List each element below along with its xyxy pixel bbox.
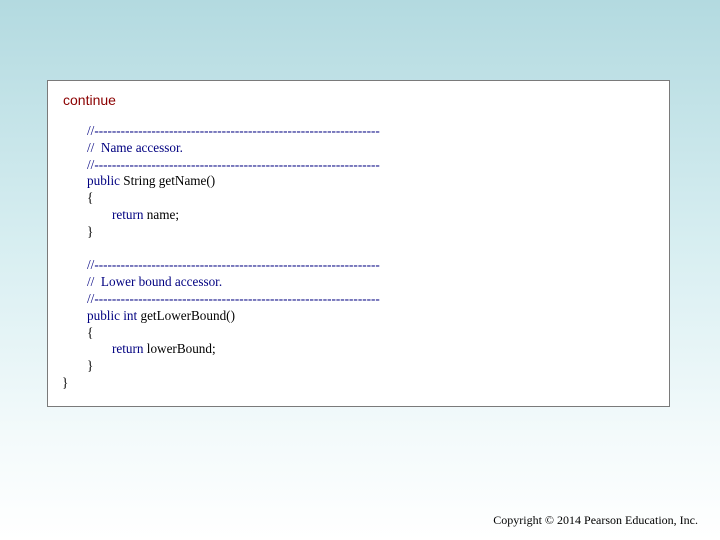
code-line: return lowerBound; <box>62 341 380 358</box>
code-token-plain: } <box>87 223 94 239</box>
code-token-keyword: public <box>87 173 124 189</box>
code-token-plain: { <box>87 324 94 340</box>
code-line: // Name accessor. <box>62 140 380 157</box>
code-line: } <box>62 358 380 375</box>
code-line: } <box>62 375 380 392</box>
code-token-plain: getLowerBound() <box>140 307 235 323</box>
code-token-comment: //--------------------------------------… <box>87 257 380 273</box>
code-token-comment: //--------------------------------------… <box>87 123 380 138</box>
code-line: public String getName() <box>62 173 380 190</box>
code-line: { <box>62 190 380 207</box>
code-token-comment: // Name accessor. <box>87 139 183 155</box>
code-token-keyword: public int <box>87 307 141 323</box>
code-line: //--------------------------------------… <box>62 257 380 274</box>
code-listing-panel: continue //-----------------------------… <box>47 80 670 407</box>
code-token-keyword: return <box>112 206 147 222</box>
code-token-comment: //--------------------------------------… <box>87 156 380 172</box>
code-token-plain: name; <box>146 206 180 222</box>
code-line: //--------------------------------------… <box>62 291 380 308</box>
copyright-notice: Copyright © 2014 Pearson Education, Inc. <box>493 513 698 527</box>
code-token-plain: } <box>62 374 69 390</box>
code-line: } <box>62 224 380 241</box>
code-line: //--------------------------------------… <box>62 157 380 174</box>
continue-label: continue <box>63 92 116 108</box>
code-line: { <box>62 325 380 342</box>
code-token-plain: { <box>87 190 94 206</box>
code-token-comment: // Lower bound accessor. <box>87 274 223 290</box>
code-line: //--------------------------------------… <box>62 123 380 140</box>
code-token-plain: } <box>87 358 94 374</box>
code-line: return name; <box>62 207 380 224</box>
code-token-keyword: return <box>112 341 147 357</box>
code-token-plain: lowerBound; <box>146 341 216 357</box>
code-line: public int getLowerBound() <box>62 308 380 325</box>
code-token-comment: //--------------------------------------… <box>87 290 380 306</box>
code-token-plain: String getName() <box>123 173 216 189</box>
code-block: //--------------------------------------… <box>62 123 380 392</box>
code-line: // Lower bound accessor. <box>62 274 380 291</box>
